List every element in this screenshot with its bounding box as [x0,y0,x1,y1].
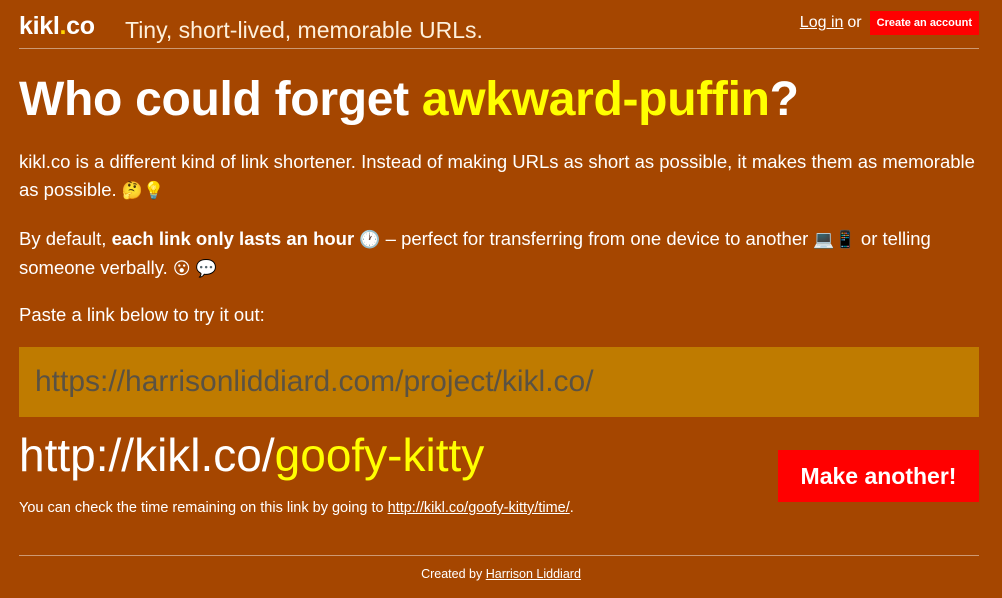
mobile-phone-icon: 📱 [834,230,856,250]
clock-icon: 🕐 [359,230,381,250]
short-link-base: http://kikl.co/ [19,429,275,481]
time-remaining-link[interactable]: http://kikl.co/goofy-kitty/time/ [388,500,570,516]
site-tagline: Tiny, short-lived, memorable URLs. [125,17,483,43]
short-link-result[interactable]: http://kikl.co/goofy-kitty [19,428,484,482]
note-text: You can check the time remaining on this… [19,500,388,516]
login-link[interactable]: Log in [800,14,844,32]
footer-prefix: Created by [421,567,486,581]
or-text: or [847,14,862,31]
site-header: kikl.co Tiny, short-lived, memorable URL… [19,0,979,49]
logo-main: kikl [19,12,60,40]
surprised-face-icon: 😮 [172,259,191,279]
note-end: . [569,500,574,516]
site-footer: Created by Harrison Liddiard [0,567,1002,581]
author-link[interactable]: Harrison Liddiard [486,567,581,581]
intro-paragraph: kikl.co is a different kind of link shor… [19,148,979,205]
footer-divider [19,555,979,556]
url-input[interactable] [19,347,979,417]
expiry-paragraph: By default, each link only lasts an hour… [19,225,979,283]
create-account-button[interactable]: Create an account [869,11,979,35]
make-another-button[interactable]: Make another! [778,450,979,502]
speech-bubble-icon: 💬 [195,259,217,279]
expiry-lead: By default, [19,228,112,249]
expiry-middle: – perfect for transferring from one devi… [380,228,814,249]
auth-controls: Log in or Create an account [800,11,979,35]
light-bulb-icon: 💡 [143,181,165,201]
short-link-slug: goofy-kitty [274,429,485,481]
try-it-prompt: Paste a link below to try it out: [19,304,265,325]
headline-highlight: awkward-puffin [421,73,770,126]
thinking-face-icon: 🤔 [121,181,144,201]
expiry-bold: each link only lasts an hour [111,228,355,249]
laptop-icon: 💻 [813,230,835,250]
logo-tld: co [66,12,95,40]
headline-prefix: Who could forget [19,73,422,126]
time-remaining-note: You can check the time remaining on this… [19,500,574,516]
headline-suffix: ? [769,73,799,126]
page-headline: Who could forget awkward-puffin? [19,72,799,127]
site-logo[interactable]: kikl.co [19,12,95,41]
